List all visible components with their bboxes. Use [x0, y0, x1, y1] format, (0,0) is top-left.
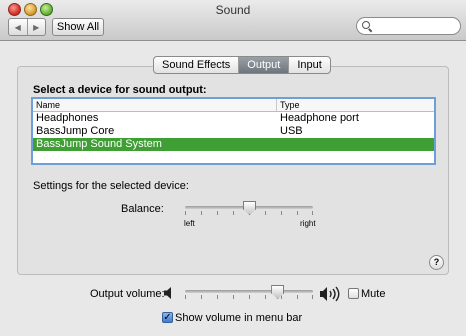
settings-label: Settings for the selected device: — [33, 180, 189, 192]
back-arrow-icon[interactable]: ◀ — [9, 19, 27, 35]
column-header-type[interactable]: Type — [276, 99, 434, 111]
mute-checkbox[interactable] — [348, 288, 359, 299]
balance-label: Balance: — [121, 203, 164, 215]
balance-right-label: right — [300, 219, 316, 228]
volume-slider[interactable] — [185, 290, 313, 293]
output-volume-label: Output volume: — [90, 288, 165, 300]
speaker-low-icon — [164, 287, 171, 299]
device-row[interactable]: BassJump Core USB — [33, 125, 434, 138]
show-volume-checkbox[interactable]: ✓ — [162, 312, 173, 323]
nav-buttons: ◀ ▶ — [8, 18, 46, 36]
device-row-selected[interactable]: BassJump Sound System — [33, 138, 434, 151]
tab-output[interactable]: Output — [238, 57, 289, 73]
select-device-label: Select a device for sound output: — [33, 84, 207, 96]
device-row[interactable]: Headphones Headphone port — [33, 112, 434, 125]
speaker-high-icon — [320, 286, 340, 302]
device-name: BassJump Core — [36, 125, 115, 137]
volume-ticks — [185, 295, 313, 299]
device-type: USB — [280, 125, 303, 137]
balance-left-label: left — [184, 219, 195, 228]
tab-bar: Sound Effects Output Input — [153, 56, 331, 74]
device-name: Headphones — [36, 112, 99, 124]
device-list[interactable]: Name Type Headphones Headphone port Bass… — [31, 97, 436, 165]
show-volume-label: Show volume in menu bar — [175, 312, 303, 324]
window-title: Sound — [215, 3, 251, 17]
device-type — [276, 138, 434, 151]
search-icon — [362, 21, 370, 29]
column-header-name[interactable]: Name — [33, 99, 276, 111]
device-list-header: Name Type — [33, 99, 434, 112]
forward-arrow-icon[interactable]: ▶ — [26, 19, 46, 35]
title-bar: Sound ◀ ▶ Show All — [0, 0, 466, 41]
tab-input[interactable]: Input — [288, 57, 329, 73]
help-button[interactable]: ? — [429, 255, 444, 270]
device-type: Headphone port — [280, 112, 359, 124]
show-all-button[interactable]: Show All — [52, 18, 104, 36]
device-name: BassJump Sound System — [36, 138, 162, 150]
search-field[interactable] — [356, 17, 461, 35]
tab-sound-effects[interactable]: Sound Effects — [154, 57, 238, 73]
mute-label: Mute — [361, 288, 386, 300]
